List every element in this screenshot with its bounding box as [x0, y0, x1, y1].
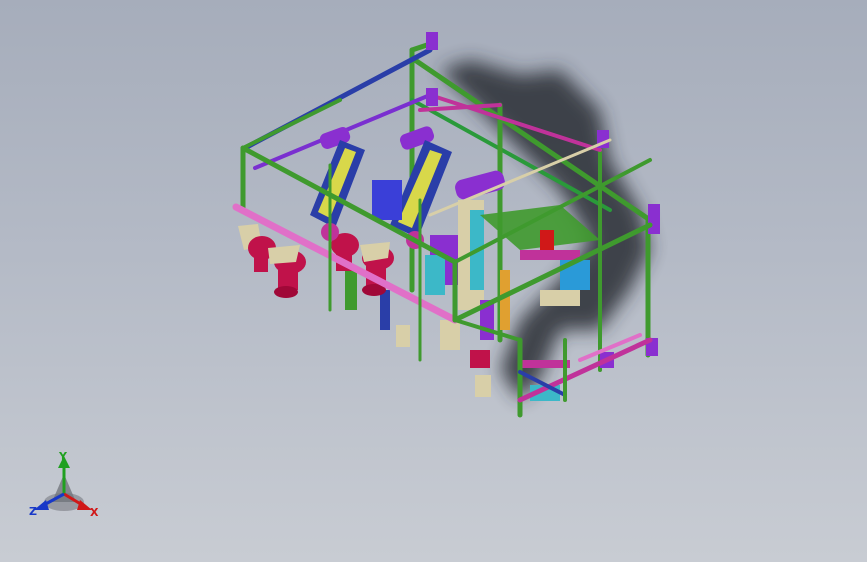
triad-x-label: X	[90, 506, 99, 519]
triad-y-label: Y	[59, 450, 67, 463]
graphics-viewport[interactable]: Y X Z	[0, 0, 867, 562]
coordinate-triad-icon	[34, 456, 92, 511]
triad-z-label: Z	[29, 505, 37, 518]
cad-assembly-model[interactable]	[0, 0, 867, 562]
